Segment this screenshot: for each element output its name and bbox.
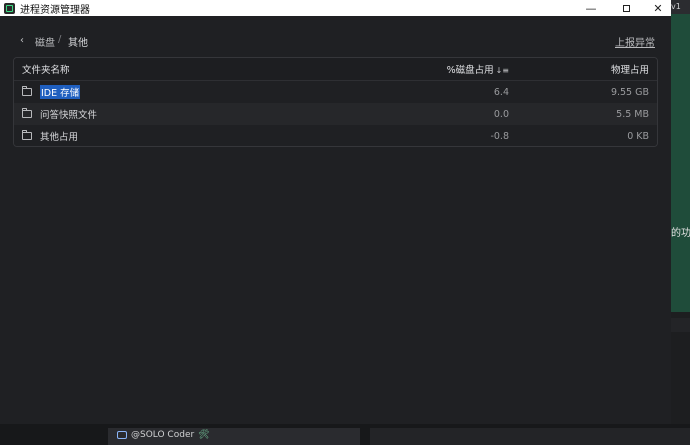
- minimize-button[interactable]: —: [571, 0, 611, 16]
- size-cell: 9.55 GB: [610, 86, 649, 98]
- breadcrumb-separator: /: [58, 34, 62, 45]
- chevron-left-icon: ‹: [20, 34, 24, 46]
- report-issue-link[interactable]: 上报异常: [615, 34, 655, 49]
- percent-cell: 0.0: [493, 108, 509, 120]
- folder-cell: 问答快照文件: [22, 107, 97, 121]
- folder-icon: [22, 130, 32, 140]
- folder-cell: 其他占用: [22, 129, 78, 143]
- background-side-text: 的功: [671, 228, 690, 239]
- table-row[interactable]: 问答快照文件 0.0 5.5 MB: [14, 103, 657, 125]
- background-version-text: v1: [671, 0, 690, 14]
- folder-name: IDE 存储: [40, 85, 81, 99]
- breadcrumb-disk[interactable]: 磁盘: [35, 34, 55, 49]
- table-row[interactable]: IDE 存储 6.4 9.55 GB: [14, 81, 657, 103]
- sort-desc-icon: ↓≡: [495, 66, 509, 75]
- background-divider: [671, 318, 690, 332]
- table-header: 文件夹名称 %磁盘占用 ↓≡ 物理占用: [14, 58, 657, 81]
- process-explorer-window: 进程资源管理器 — ✕ ‹ 磁盘 / 其他 上报异常 文件夹名称 %磁盘占用 ↓≡…: [0, 0, 671, 424]
- percent-cell: -0.8: [490, 130, 509, 142]
- folder-icon: [22, 86, 32, 96]
- agent-icon: [117, 431, 127, 439]
- breadcrumb-bar: ‹ 磁盘 / 其他 上报异常: [0, 30, 671, 50]
- folder-table: 文件夹名称 %磁盘占用 ↓≡ 物理占用 IDE 存储 6.4 9.55 GB 问答…: [13, 57, 658, 147]
- app-icon: [4, 2, 15, 14]
- table-row[interactable]: 其他占用 -0.8 0 KB: [14, 125, 657, 146]
- folder-name: 问答快照文件: [40, 110, 98, 121]
- solo-coder-label: @SOLO Coder: [131, 430, 195, 440]
- title-bar[interactable]: 进程资源管理器 — ✕: [0, 0, 671, 16]
- size-cell: 0 KB: [627, 130, 649, 142]
- solo-coder-tag[interactable]: @SOLO Coder 🛠: [117, 430, 210, 440]
- size-cell: 5.5 MB: [616, 108, 649, 120]
- close-button[interactable]: ✕: [638, 0, 671, 16]
- folder-name: 其他占用: [40, 132, 79, 143]
- background-app-green-pane: [671, 12, 690, 312]
- breadcrumb-other: 其他: [68, 38, 88, 49]
- folder-cell: IDE 存储: [22, 85, 81, 99]
- folder-icon: [22, 108, 32, 118]
- column-header-percent-label: %磁盘占用: [446, 65, 494, 76]
- column-header-name[interactable]: 文件夹名称: [22, 62, 70, 76]
- back-button[interactable]: ‹: [16, 34, 28, 46]
- column-header-size[interactable]: 物理占用: [611, 62, 649, 76]
- maximize-icon: [622, 4, 630, 12]
- background-bottom-panel: [370, 428, 690, 445]
- column-header-percent[interactable]: %磁盘占用 ↓≡: [447, 62, 509, 76]
- percent-cell: 6.4: [493, 86, 509, 98]
- window-title: 进程资源管理器: [20, 4, 90, 16]
- tool-icon: 🛠: [198, 430, 210, 440]
